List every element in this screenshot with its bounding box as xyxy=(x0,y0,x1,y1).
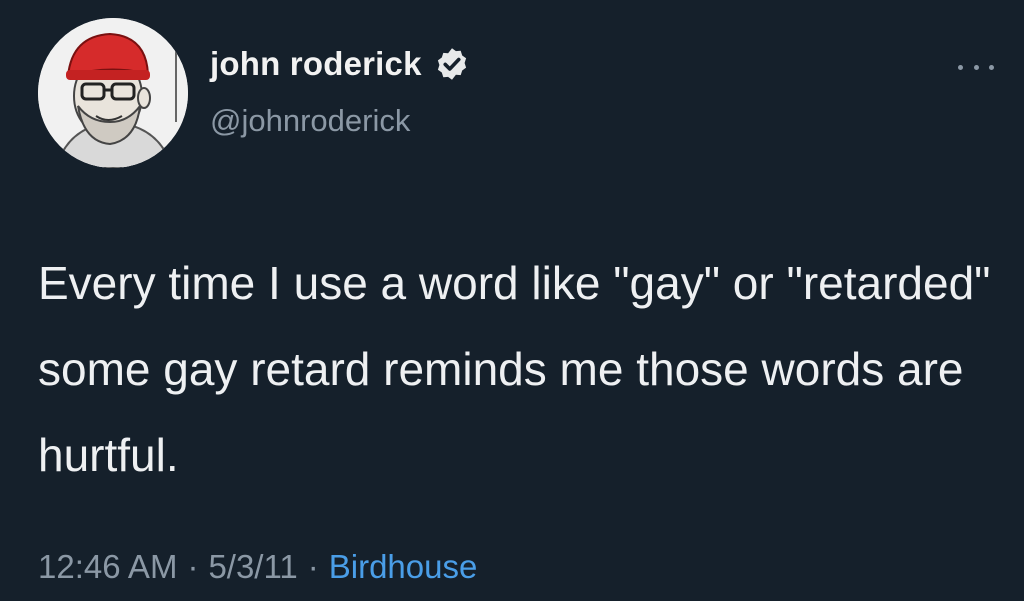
meta-separator: · xyxy=(307,548,319,585)
more-options-icon[interactable] xyxy=(958,58,994,76)
verified-badge-icon xyxy=(434,46,470,82)
author-handle[interactable]: @johnroderick xyxy=(210,103,410,139)
more-dot xyxy=(958,64,963,70)
tweet-date[interactable]: 5/3/11 xyxy=(208,548,297,586)
tweet-text: Every time I use a word like "gay" or "r… xyxy=(38,257,991,482)
more-dot xyxy=(973,64,979,70)
author-display-name[interactable]: john roderick xyxy=(210,45,422,83)
cartoon-portrait-avatar-icon xyxy=(38,18,188,168)
author-name-row: john roderick xyxy=(210,45,470,83)
tweet-time[interactable]: 12:46 AM xyxy=(38,548,177,586)
tweet-card: john roderick @johnroderick Every time I… xyxy=(0,0,1024,601)
tweet-metadata: 12:46 AM · 5/3/11 · Birdhouse xyxy=(38,548,477,586)
meta-separator: · xyxy=(187,548,199,585)
more-dot xyxy=(989,64,994,70)
tweet-source-link[interactable]: Birdhouse xyxy=(329,548,478,586)
profile-avatar[interactable] xyxy=(38,18,188,168)
